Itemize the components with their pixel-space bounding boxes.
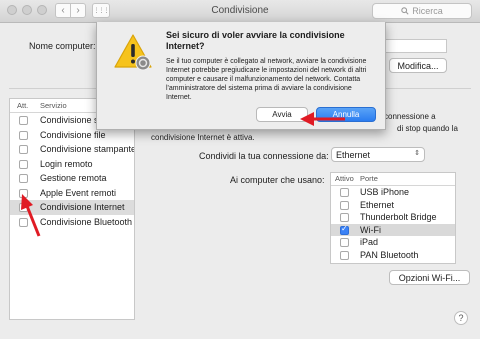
- service-checkbox[interactable]: [19, 116, 28, 125]
- service-row[interactable]: Login remoto: [10, 157, 134, 172]
- port-row[interactable]: Ethernet: [331, 199, 455, 212]
- back-button[interactable]: ‹: [55, 3, 71, 18]
- service-name: Condivisione Bluetooth: [40, 216, 133, 227]
- service-checkbox[interactable]: [19, 159, 28, 169]
- service-name: Gestione remota: [40, 173, 107, 183]
- port-checkbox[interactable]: [340, 238, 349, 247]
- warning-icon: [114, 34, 152, 71]
- start-button[interactable]: Avvia: [256, 107, 308, 122]
- description-line-1: connessione a: [384, 112, 436, 121]
- port-name: Wi-Fi: [360, 224, 381, 235]
- computer-name-label: Nome computer:: [29, 41, 96, 51]
- dialog-title: Sei sicuro di voler avviare la condivisi…: [166, 30, 345, 51]
- port-row[interactable]: Wi-Fi: [331, 223, 455, 236]
- port-checkbox[interactable]: [340, 250, 349, 260]
- cancel-button[interactable]: Annulla: [316, 107, 376, 122]
- service-checkbox[interactable]: [19, 188, 28, 198]
- search-icon: [401, 7, 409, 15]
- search-placeholder: Ricerca: [412, 6, 443, 16]
- ports-header-on: Attivo: [335, 174, 354, 183]
- description-line-3: condivisione Internet è attiva.: [151, 133, 255, 142]
- port-row[interactable]: USB iPhone: [331, 186, 455, 199]
- service-row[interactable]: Condivisione Internet: [10, 200, 134, 215]
- minimize-button[interactable]: [22, 5, 32, 15]
- port-checkbox[interactable]: [340, 200, 349, 210]
- port-name: USB iPhone: [360, 187, 410, 197]
- port-name: PAN Bluetooth: [360, 249, 419, 260]
- to-computers-label: Ai computer che usano:: [230, 175, 325, 185]
- service-row[interactable]: Gestione remota: [10, 171, 134, 186]
- forward-button[interactable]: ›: [70, 3, 86, 18]
- computer-name-field[interactable]: [385, 39, 447, 53]
- port-name: Thunderbolt Bridge: [360, 212, 437, 222]
- port-checkbox[interactable]: [340, 188, 349, 197]
- service-checkbox[interactable]: [19, 217, 28, 227]
- service-name: Condivisione Internet: [40, 202, 125, 212]
- service-checkbox[interactable]: [19, 203, 28, 212]
- help-button[interactable]: ?: [454, 311, 468, 325]
- service-checkbox[interactable]: [19, 145, 28, 154]
- zoom-button[interactable]: [37, 5, 47, 15]
- port-checkbox[interactable]: [340, 213, 349, 222]
- ports-header: Attivo Porte: [331, 173, 455, 186]
- window-title: Condivisione: [211, 5, 269, 16]
- title-bar: ‹ › ⋮⋮⋮ Condivisione Ricerca: [0, 0, 480, 23]
- service-row[interactable]: Condivisione Bluetooth: [10, 215, 134, 230]
- chevron-up-down-icon: ⇕: [414, 150, 420, 157]
- dialog-message: Se il tuo computer è collegato al networ…: [166, 58, 367, 101]
- search-field[interactable]: Ricerca: [372, 3, 472, 19]
- services-list: Att. Servizio Condivisione schermo Condiv…: [9, 98, 135, 320]
- confirm-sheet: Sei sicuro di voler avviare la condivisi…: [96, 22, 386, 130]
- description-line-2: di stop quando la: [397, 124, 458, 133]
- port-row[interactable]: Thunderbolt Bridge: [331, 211, 455, 224]
- port-name: Ethernet: [360, 199, 395, 210]
- service-name: Apple Event remoti: [40, 187, 117, 198]
- service-name: Condivisione stampante: [40, 144, 135, 154]
- wifi-options-button[interactable]: Opzioni Wi-Fi...: [389, 270, 470, 285]
- edit-button[interactable]: Modifica...: [389, 58, 447, 73]
- sharing-window: ‹ › ⋮⋮⋮ Condivisione Ricerca Nome comput…: [0, 0, 480, 339]
- services-header-on: Att.: [17, 101, 29, 110]
- ports-list: Attivo Porte USB iPhone Ethernet Thunderbo…: [330, 172, 456, 264]
- service-row[interactable]: Condivisione stampante: [10, 142, 134, 157]
- service-row[interactable]: Apple Event remoti: [10, 186, 134, 201]
- port-name: iPad: [360, 237, 379, 247]
- show-all-grid-icon[interactable]: ⋮⋮⋮: [92, 3, 110, 18]
- close-button[interactable]: [7, 5, 17, 15]
- service-name: Condivisione file: [40, 129, 106, 140]
- share-from-value: Ethernet: [336, 149, 371, 160]
- port-row[interactable]: PAN Bluetooth: [331, 249, 455, 262]
- ports-header-name: Porte: [360, 174, 378, 183]
- share-from-select[interactable]: Ethernet ⇕: [331, 147, 425, 162]
- service-checkbox[interactable]: [19, 174, 28, 183]
- port-checkbox[interactable]: [340, 224, 349, 235]
- service-name: Login remoto: [40, 158, 93, 169]
- port-row[interactable]: iPad: [331, 236, 455, 249]
- service-checkbox[interactable]: [19, 130, 28, 140]
- services-header-name: Servizio: [40, 101, 67, 110]
- share-from-label: Condividi la tua connessione da:: [199, 151, 329, 161]
